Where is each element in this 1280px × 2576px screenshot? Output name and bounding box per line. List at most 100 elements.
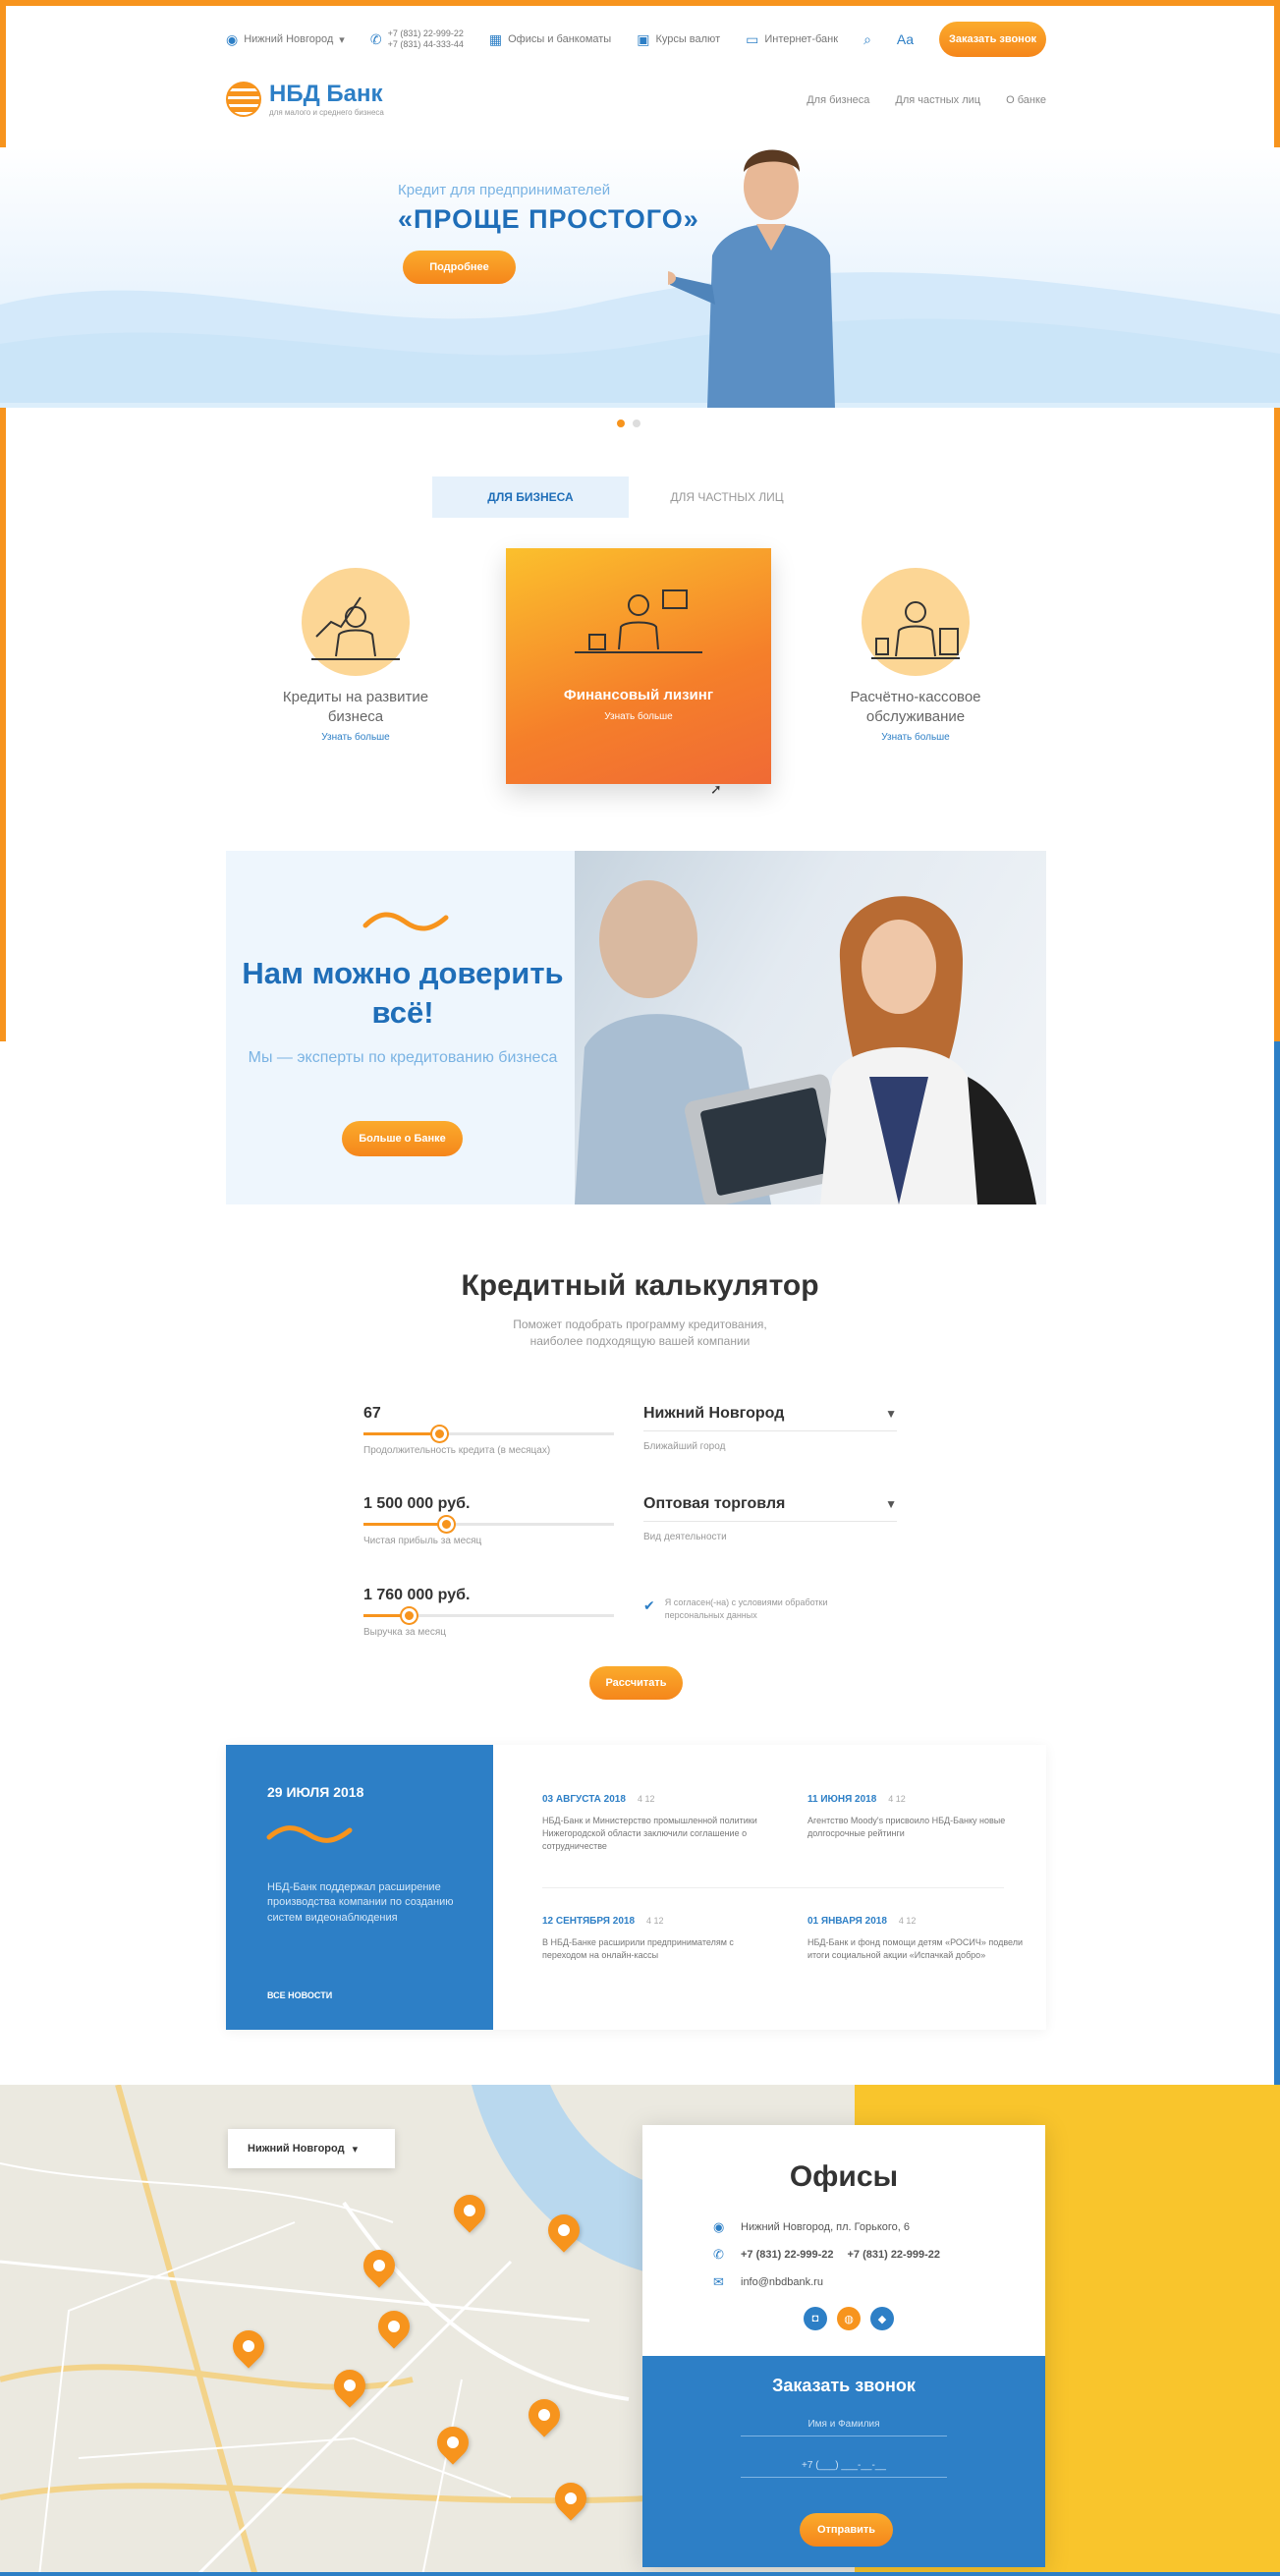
callback-form: Заказать звонок Отправить	[642, 2356, 1045, 2567]
carousel-dots	[617, 420, 640, 427]
call-request-button[interactable]: Заказать звонок	[939, 22, 1046, 57]
main-nav: Для бизнеса Для частных лиц О банке	[807, 94, 1046, 106]
location-icon: ◉	[713, 2219, 725, 2234]
offices-link[interactable]: ▦ Офисы и банкоматы	[489, 31, 611, 48]
squiggle-decoration	[266, 1825, 353, 1843]
featured-news[interactable]: 29 ИЮЛЯ 2018 НБД-Банк поддержал расширен…	[226, 1745, 493, 2030]
callback-phone-input[interactable]	[741, 2460, 947, 2478]
map-city-selector[interactable]: Нижний Новгород ▾	[228, 2129, 395, 2168]
promo-subtitle: Мы — эксперты по кредитованию бизнеса	[248, 1049, 558, 1066]
service-cash[interactable]: Расчётно-кассовое обслуживание Узнать бо…	[817, 568, 1014, 743]
nav-item-business[interactable]: Для бизнеса	[807, 94, 869, 106]
term-value: 67	[363, 1405, 381, 1422]
phone-icon: ✆	[713, 2247, 724, 2262]
city-select[interactable]: Нижний Новгород ▼	[643, 1405, 897, 1431]
activity-select-field[interactable]: Оптовая торговля ▼ Вид деятельности	[643, 1495, 897, 1542]
revenue-label: Выручка за месяц	[363, 1627, 446, 1638]
tab-business[interactable]: ДЛЯ БИЗНЕСА	[432, 476, 629, 518]
mail-icon: ✉	[713, 2274, 724, 2289]
news-item[interactable]: 03 АВГУСТА 2018 4 12 НБД-Банк и Министерс…	[542, 1794, 773, 1853]
service-leasing-title: Финансовый лизинг	[563, 687, 714, 703]
font-size-button[interactable]: Aa	[897, 31, 914, 47]
city-select-label: Ближайший город	[643, 1441, 726, 1452]
office-phone-1[interactable]: +7 (831) 22-999-22	[741, 2249, 833, 2261]
check-icon[interactable]: ✔	[643, 1596, 655, 1621]
service-credit[interactable]: Кредиты на развитие бизнеса Узнать больш…	[257, 568, 454, 743]
news-item[interactable]: 01 ЯНВАРЯ 2018 4 12 НБД-Банк и фонд помощ…	[807, 1916, 1038, 1962]
profit-value: 1 500 000 руб.	[363, 1495, 471, 1512]
hero-more-button[interactable]: Подробнее	[403, 251, 516, 284]
city-select-field[interactable]: Нижний Новгород ▼ Ближайший город	[643, 1405, 897, 1452]
phone-icon: ✆	[369, 30, 382, 47]
news-item[interactable]: 12 СЕНТЯБРЯ 2018 4 12 В НБД-Банке расшири…	[542, 1916, 773, 1962]
nav-item-private[interactable]: Для частных лиц	[895, 94, 980, 106]
calculator-subtitle: Поможет подобрать программу кредитования…	[513, 1317, 767, 1348]
revenue-slider-handle[interactable]	[401, 1608, 417, 1623]
search-button[interactable]: ⌕	[863, 31, 871, 48]
profit-slider-field[interactable]: 1 500 000 руб. Чистая прибыль за месяц	[363, 1495, 614, 1546]
news-item[interactable]: 11 ИЮНЯ 2018 4 12 Агентство Moody's присв…	[807, 1794, 1038, 1840]
bottom-frame	[0, 2572, 1280, 2576]
service-credit-link[interactable]: Узнать больше	[257, 732, 454, 743]
profit-slider[interactable]	[363, 1517, 614, 1532]
offices-map[interactable]: Нижний Новгород ▾	[0, 2085, 1280, 2576]
profit-slider-handle[interactable]	[439, 1517, 455, 1532]
carousel-dot-1[interactable]	[617, 420, 625, 427]
odnoklassniki-icon[interactable]: ◍	[837, 2307, 861, 2330]
cashier-icon	[862, 568, 970, 676]
term-slider-handle[interactable]	[431, 1427, 447, 1441]
laptop-icon: ▭	[746, 30, 759, 47]
logo[interactable]: НБД Банк для малого и среднего бизнеса	[226, 81, 384, 117]
chevron-down-icon: ▾	[352, 2143, 359, 2156]
nav-item-about[interactable]: О банке	[1006, 94, 1046, 106]
office-worker-icon	[570, 576, 707, 664]
activity-select[interactable]: Оптовая торговля ▼	[643, 1495, 897, 1522]
chevron-down-icon: ▼	[885, 1497, 897, 1511]
callback-title: Заказать звонок	[772, 2376, 916, 2395]
phones: ✆ +7 (831) 22-999-22 +7 (831) 44-333-44	[370, 28, 464, 50]
calculate-button[interactable]: Рассчитать	[589, 1666, 683, 1700]
tab-private[interactable]: ДЛЯ ЧАСТНЫХ ЛИЦ	[629, 476, 825, 518]
callback-name-input[interactable]	[741, 2419, 947, 2436]
offices-card: Офисы ◉ Нижний Новгород, пл. Горького, 6…	[642, 2125, 1045, 2567]
facebook-icon[interactable]: ◆	[870, 2307, 894, 2330]
phone-2[interactable]: +7 (831) 44-333-44	[388, 39, 464, 50]
vk-icon[interactable]: ◘	[804, 2307, 827, 2330]
callback-send-button[interactable]: Отправить	[800, 2513, 893, 2547]
service-leasing[interactable]: Финансовый лизинг Узнать больше	[506, 548, 771, 784]
office-email: ✉ info@nbdbank.ru	[713, 2274, 823, 2289]
phone-1[interactable]: +7 (831) 22-999-22	[388, 28, 464, 39]
office-phone-2[interactable]: +7 (831) 22-999-22	[847, 2249, 939, 2261]
growth-chart-icon	[302, 568, 410, 676]
offices-title: Офисы	[789, 2160, 899, 2193]
location-icon: ◉	[226, 30, 239, 47]
term-slider[interactable]	[363, 1427, 614, 1441]
hero-person-image	[668, 149, 835, 408]
profit-label: Чистая прибыль за месяц	[363, 1536, 482, 1546]
online-bank-link[interactable]: ▭ Интернет-банк	[746, 31, 838, 48]
service-cash-link[interactable]: Узнать больше	[817, 732, 1014, 743]
service-credit-title: Кредиты на развитие бизнеса	[282, 689, 429, 725]
logo-name: НБД Банк	[269, 81, 383, 107]
consultation-photo	[575, 851, 1046, 1204]
promo-more-button[interactable]: Больше о Банке	[342, 1121, 463, 1156]
term-slider-field[interactable]: 67 Продолжительность кредита (в месяцах)	[363, 1405, 614, 1456]
city-selector[interactable]: ◉ Нижний Новгород ▾	[226, 31, 345, 48]
service-leasing-link[interactable]: Узнать больше	[506, 711, 771, 722]
news-divider	[542, 1887, 1004, 1888]
revenue-slider[interactable]	[363, 1608, 614, 1623]
news-section: 29 ИЮЛЯ 2018 НБД-Банк поддержал расширен…	[226, 1745, 1046, 2030]
trust-promo-banner: Нам можно доверить всё! Мы — эксперты по…	[226, 851, 1046, 1204]
revenue-value: 1 760 000 руб.	[363, 1587, 471, 1603]
top-frame	[0, 0, 1280, 6]
rates-link[interactable]: ▣ Курсы валют	[637, 31, 720, 48]
all-news-link[interactable]: ВСЕ НОВОСТИ	[267, 1990, 332, 2000]
carousel-dot-2[interactable]	[633, 420, 640, 427]
currency-icon: ▣	[637, 30, 650, 47]
logo-mark-icon	[226, 81, 261, 117]
revenue-slider-field[interactable]: 1 760 000 руб. Выручка за месяц	[363, 1587, 614, 1638]
views-count: 4 12	[646, 1916, 664, 1926]
squiggle-decoration	[362, 912, 449, 931]
views-count: 4 12	[898, 1916, 917, 1926]
consent-checkbox[interactable]: ✔ Я согласен(-на) с условиями обработки …	[643, 1596, 884, 1621]
